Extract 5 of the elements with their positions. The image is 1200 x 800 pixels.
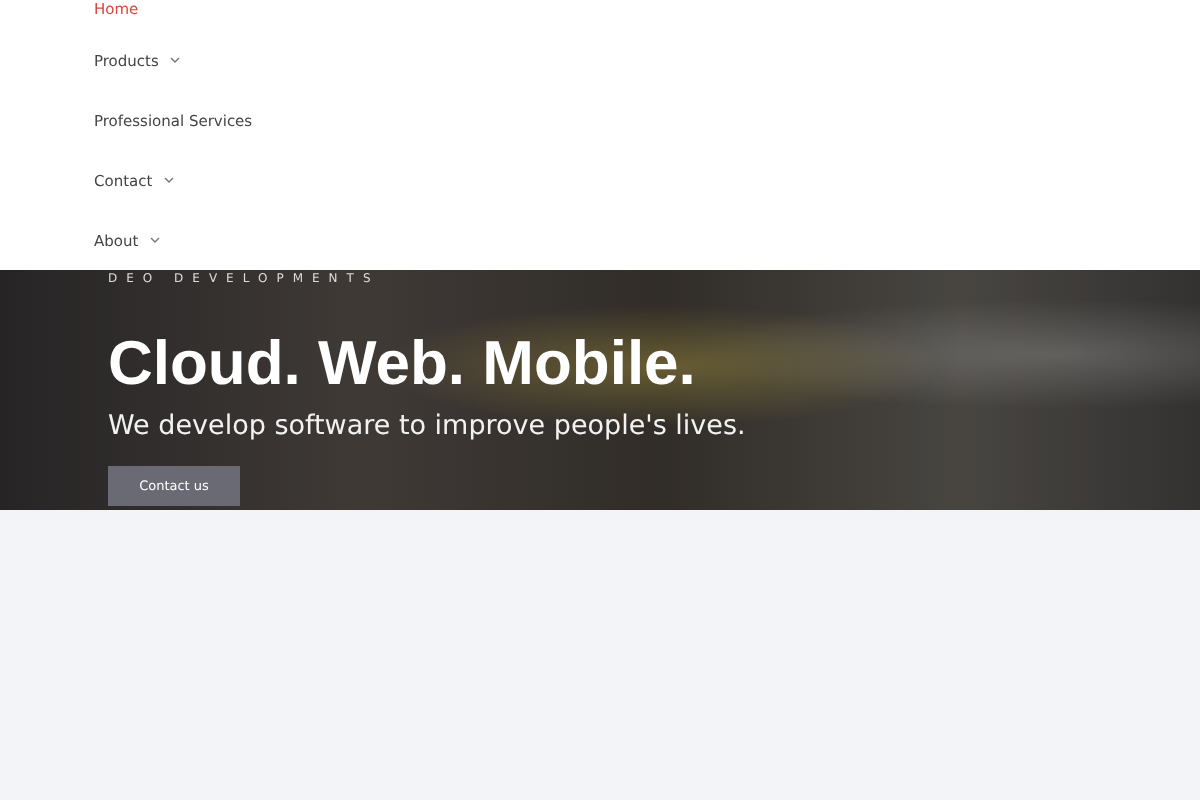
caret-icon <box>164 176 175 184</box>
caret-icon <box>170 56 181 64</box>
hero-title: Cloud. Web. Mobile. <box>108 328 698 400</box>
hero-subtitle: We develop software to improve people's lives. <box>108 408 748 444</box>
caret-icon <box>150 236 161 244</box>
